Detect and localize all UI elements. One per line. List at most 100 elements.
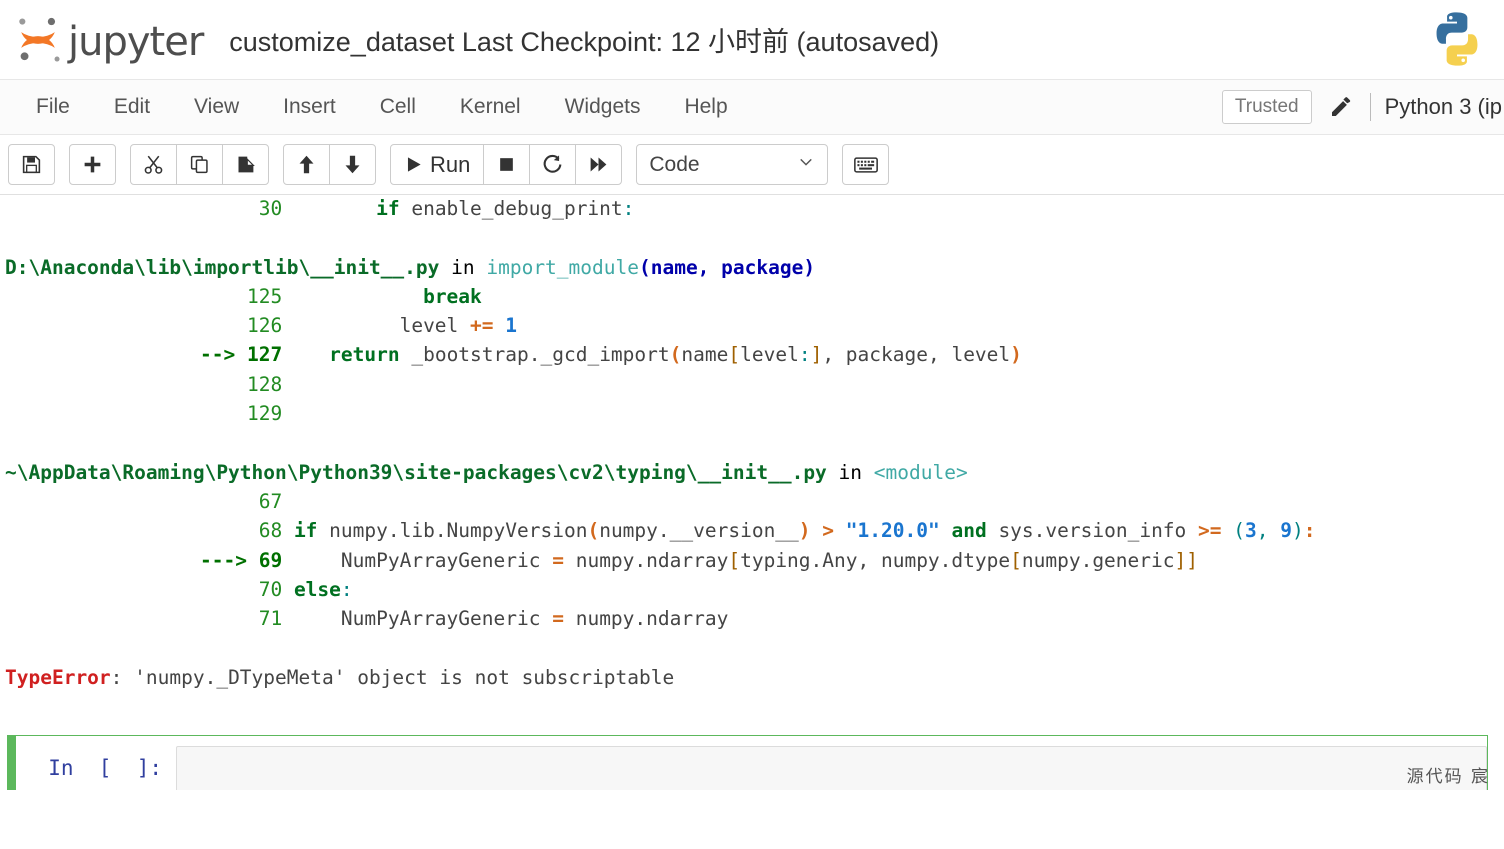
traceback-code-line: 70 else: (200, 575, 1504, 604)
trusted-badge[interactable]: Trusted (1222, 90, 1312, 124)
traceback-token: (name, package) (639, 256, 815, 279)
traceback-token: ] (811, 343, 823, 366)
menu-item-widgets[interactable]: Widgets (543, 89, 663, 125)
traceback-token: numpy.generic (1022, 549, 1175, 572)
traceback-token: numpy.ndarray (564, 607, 728, 630)
copy-button[interactable] (176, 144, 223, 185)
traceback-token (282, 343, 329, 366)
traceback-token: _bootstrap._gcd_import (400, 343, 670, 366)
menu-item-kernel[interactable]: Kernel (438, 89, 543, 125)
cut-button[interactable] (130, 144, 177, 185)
traceback-token: name (681, 343, 728, 366)
insert-cell-below-button[interactable] (69, 144, 116, 185)
traceback-line-number: 68 (200, 519, 282, 542)
menubar-right-group: Trusted Python 3 (ip (1222, 80, 1504, 134)
traceback-line-number: 126 (200, 314, 282, 337)
cell-input-prompt: In [ ]: (16, 746, 176, 790)
traceback-token (282, 578, 294, 601)
run-button-label: Run (430, 152, 470, 178)
kernel-indicator-name[interactable]: Python 3 (ip (1385, 94, 1504, 120)
traceback-token (1222, 519, 1234, 542)
traceback-token: if (294, 519, 317, 542)
traceback-code-line: 30 if enable_debug_print: (200, 195, 1504, 223)
traceback-token: D:\Anaconda\lib\importlib\__init__.py (5, 256, 439, 279)
jupyter-brand-text[interactable]: jupyter (68, 22, 203, 62)
traceback-token: [ (728, 343, 740, 366)
traceback-token: ) (1010, 343, 1022, 366)
toolbar-group-insert (69, 144, 116, 185)
menu-item-view[interactable]: View (172, 89, 261, 125)
traceback-token: level (282, 314, 470, 337)
traceback-code-line: 129 (200, 399, 1504, 428)
traceback-code-line: 71 NumPyArrayGeneric = numpy.ndarray (200, 604, 1504, 633)
traceback-token: 3 (1245, 519, 1257, 542)
traceback-token: : (623, 197, 635, 220)
traceback-token: = (552, 607, 564, 630)
menubar-divider (1370, 93, 1371, 121)
jupyter-logo-icon[interactable] (10, 12, 66, 68)
code-cell[interactable]: In [ ]: (16, 735, 1488, 790)
menu-item-insert[interactable]: Insert (261, 89, 358, 125)
traceback-token: ( (587, 519, 599, 542)
toolbar-group-keyboard (842, 144, 889, 185)
restart-and-run-all-button[interactable] (575, 144, 622, 185)
traceback-token: : (799, 343, 811, 366)
traceback-code-line: 128 (200, 370, 1504, 399)
paste-button[interactable] (222, 144, 269, 185)
traceback-line-number: 30 (200, 197, 282, 220)
traceback-token (940, 519, 952, 542)
traceback-token (282, 197, 376, 220)
traceback-code-line: --> 127 return _bootstrap._gcd_import(na… (200, 340, 1504, 369)
traceback-code-line: 125 break (200, 282, 1504, 311)
traceback-token: numpy.__version__ (599, 519, 799, 542)
traceback-line-number: --> 127 (200, 343, 282, 366)
cell-type-dropdown[interactable]: Code (636, 144, 828, 185)
traceback-code-line: 68 if numpy.lib.NumpyVersion(numpy.__ver… (200, 516, 1504, 545)
traceback-token: numpy.lib.NumpyVersion (317, 519, 587, 542)
traceback-token: ( (1233, 519, 1245, 542)
code-cells-container: In [ ]:In [ ]: (0, 735, 1504, 790)
traceback-token (282, 519, 294, 542)
traceback-blank-line (200, 223, 1504, 252)
move-cell-up-button[interactable] (283, 144, 330, 185)
traceback-token: = (552, 549, 564, 572)
traceback-token: 1 (505, 314, 517, 337)
menu-item-cell[interactable]: Cell (358, 89, 438, 125)
traceback-line-number: 67 (200, 490, 282, 513)
open-command-palette-button[interactable] (842, 144, 889, 185)
traceback-token: ~\AppData\Roaming\Python\Python39\site-p… (5, 461, 827, 484)
traceback-token: [ (728, 549, 740, 572)
traceback-line-number: ---> 69 (200, 549, 282, 572)
restart-kernel-button[interactable] (529, 144, 576, 185)
traceback-token: ) (799, 519, 811, 542)
menu-item-help[interactable]: Help (662, 89, 749, 125)
traceback-token: : (341, 578, 353, 601)
menu-bar: File Edit View Insert Cell Kernel Widget… (0, 80, 1504, 135)
traceback-token: numpy.ndarray (564, 549, 728, 572)
toolbar-group-save (8, 144, 55, 185)
interrupt-kernel-button[interactable] (483, 144, 530, 185)
pencil-icon[interactable] (1328, 94, 1354, 120)
python-logo-icon (1426, 8, 1488, 70)
traceback-token: level (740, 343, 799, 366)
traceback-token: import_module (486, 256, 639, 279)
traceback-token: break (423, 285, 482, 308)
traceback-code-line: 126 level += 1 (200, 311, 1504, 340)
traceback-token: and (951, 519, 986, 542)
cell-code-input[interactable] (176, 746, 1487, 790)
traceback-error-message: TypeError: 'numpy._DTypeMeta' object is … (0, 663, 1504, 692)
save-button[interactable] (8, 144, 55, 185)
menu-item-edit[interactable]: Edit (92, 89, 172, 125)
run-cell-button[interactable]: Run (390, 144, 484, 185)
traceback-token: > (822, 519, 834, 542)
traceback-token: in (439, 256, 486, 279)
traceback-token: [ (1010, 549, 1022, 572)
move-cell-down-button[interactable] (329, 144, 376, 185)
traceback-token: <module> (874, 461, 968, 484)
traceback-token: return (329, 343, 399, 366)
notebook-title[interactable]: customize_dataset Last Checkpoint: 12 小时… (229, 20, 939, 59)
traceback-line-number: 125 (200, 285, 282, 308)
menu-item-file[interactable]: File (14, 89, 92, 125)
traceback-frame-header: D:\Anaconda\lib\importlib\__init__.py in… (0, 253, 1504, 282)
traceback-token: ) (1292, 519, 1304, 542)
